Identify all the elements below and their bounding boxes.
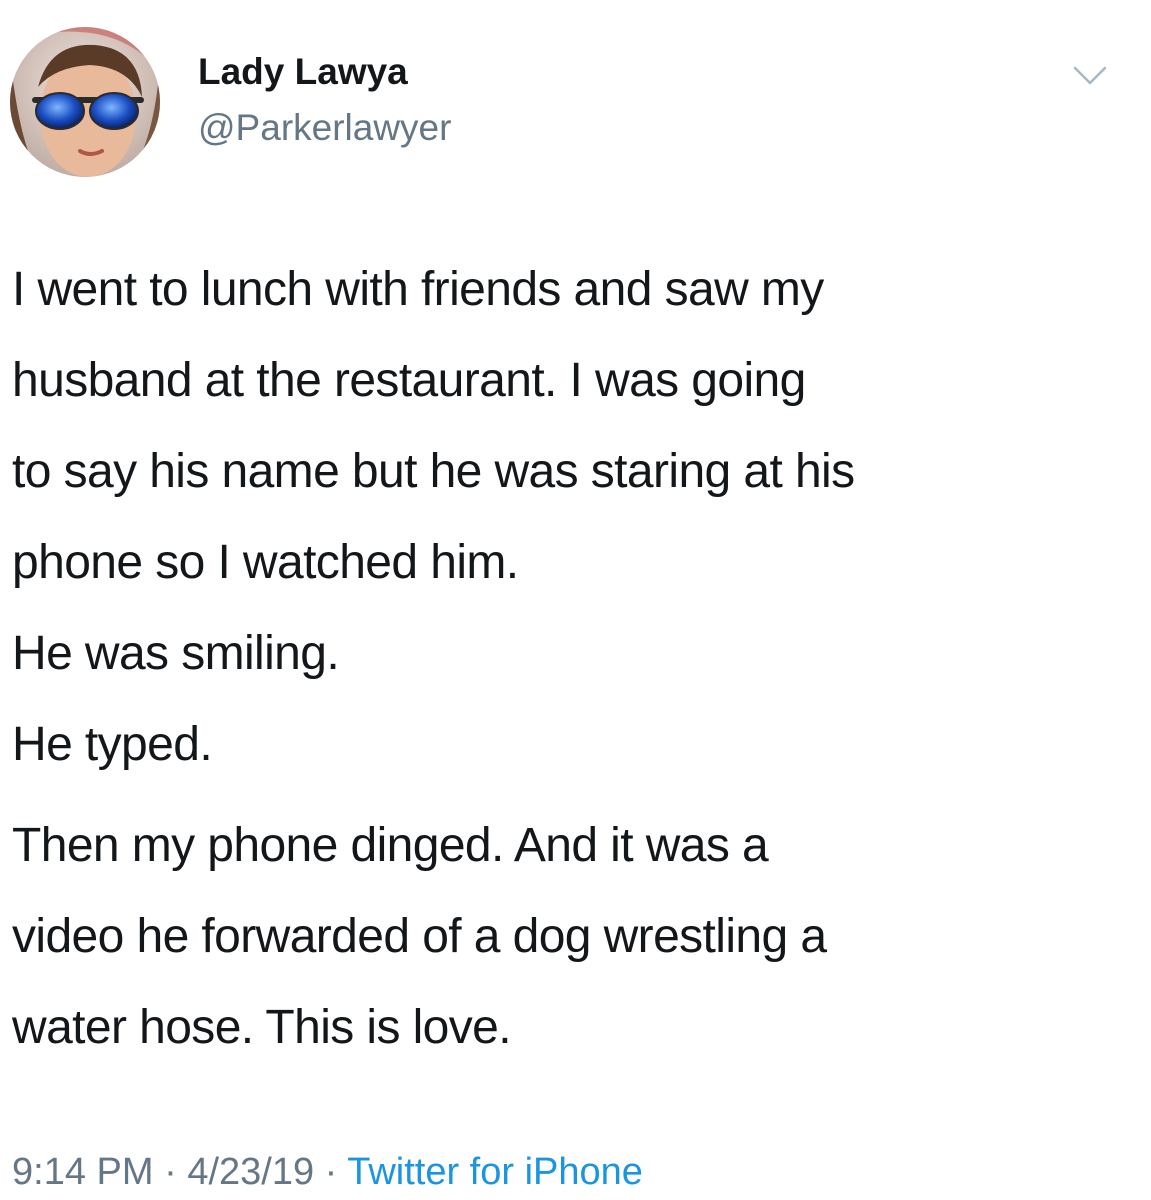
tweet-line: video he forwarded of a dog wrestling a <box>12 910 827 963</box>
tweet-line: water hose. This is love. <box>12 1001 512 1054</box>
avatar-image <box>10 27 160 177</box>
tweet-line: He typed. <box>12 718 213 771</box>
tweet-line: phone so I watched him. <box>12 536 519 589</box>
tweet-line: I went to lunch with friends and saw my <box>12 263 824 316</box>
meta-separator: · <box>164 1151 177 1193</box>
author-name[interactable]: Lady Lawya <box>198 50 408 94</box>
chevron-down-icon[interactable] <box>1072 64 1108 88</box>
tweet-source-link[interactable]: Twitter for iPhone <box>347 1151 643 1193</box>
tweet: Lady Lawya @Parkerlawyer I went to lunch… <box>0 0 1151 1200</box>
tweet-text: I went to lunch with friends and saw my … <box>12 244 1137 1073</box>
tweet-time[interactable]: 9:14 PM <box>12 1151 154 1193</box>
tweet-line: He was smiling. <box>12 627 340 680</box>
meta-separator: · <box>324 1151 338 1193</box>
tweet-line: husband at the restaurant. I was going <box>12 354 806 407</box>
tweet-date[interactable]: 4/23/19 <box>187 1151 314 1193</box>
avatar[interactable] <box>10 27 160 177</box>
tweet-meta: 9:14 PM · 4/23/19 · Twitter for iPhone <box>12 1146 643 1198</box>
author-handle[interactable]: @Parkerlawyer <box>198 106 451 150</box>
tweet-line: to say his name but he was staring at hi… <box>12 445 855 498</box>
tweet-line: Then my phone dinged. And it was a <box>12 819 769 872</box>
